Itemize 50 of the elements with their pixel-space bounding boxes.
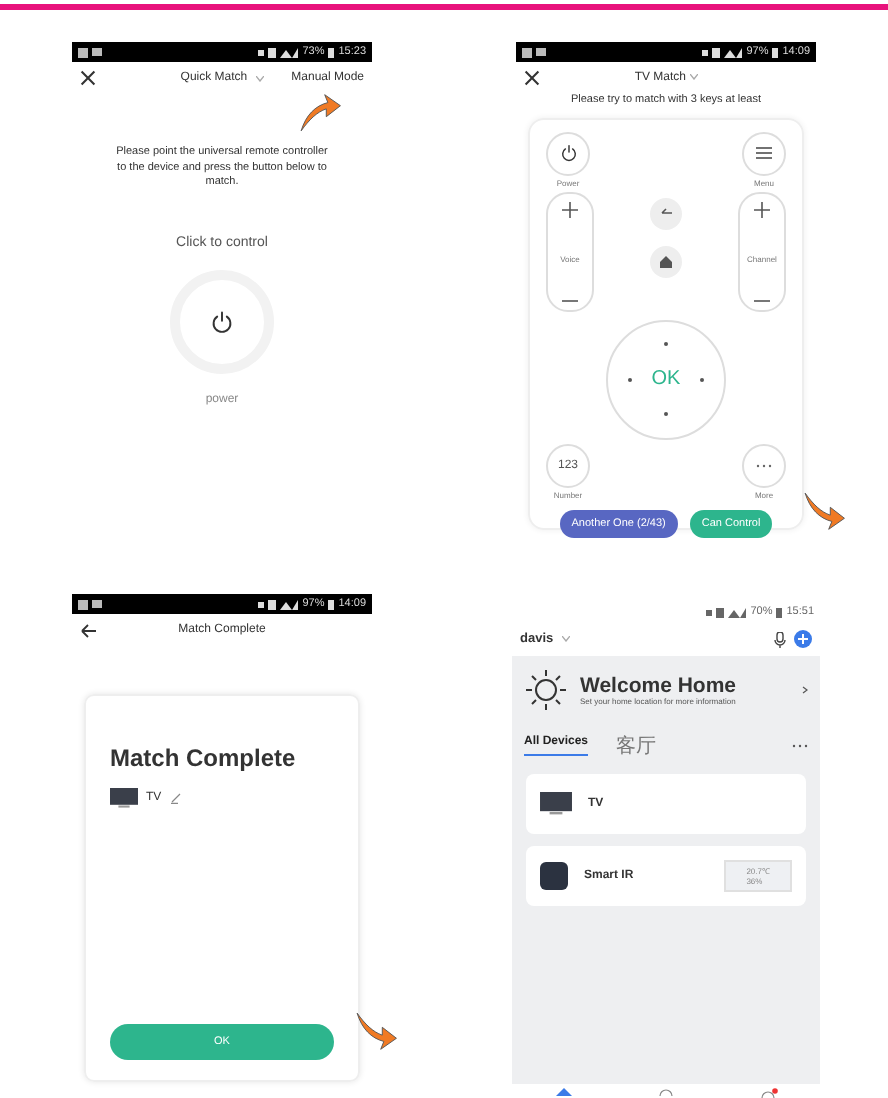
back-icon [659, 208, 673, 219]
direction-dot [663, 411, 668, 416]
welcome-title: Welcome Home [580, 673, 738, 698]
signal-icons [258, 47, 299, 57]
home-icon [660, 255, 672, 268]
battery-icon [328, 599, 335, 609]
plus-icon [562, 201, 578, 218]
chevron-icon[interactable] [802, 686, 808, 694]
profile-icon[interactable] [759, 1088, 777, 1098]
close-icon[interactable] [524, 70, 540, 86]
edit-icon[interactable] [169, 791, 182, 804]
battery-icon [328, 47, 335, 57]
caret-icon [689, 74, 698, 80]
power-icon [210, 310, 234, 335]
more-icon [756, 463, 772, 468]
caret-icon [255, 75, 264, 81]
plus-icon [754, 201, 770, 218]
tv-icon [540, 792, 572, 816]
menu-icon [756, 146, 772, 161]
caret-icon [561, 636, 570, 642]
home-icon[interactable] [555, 1088, 571, 1096]
pointer-arrow [296, 90, 344, 134]
result-heading: Match Complete [110, 744, 298, 772]
menu-key[interactable] [742, 131, 786, 176]
minus-icon [562, 299, 578, 302]
close-icon[interactable] [80, 70, 96, 86]
home-key[interactable] [650, 245, 682, 278]
minus-icon [754, 299, 770, 302]
direction-dot [663, 342, 668, 347]
pointer-arrow [800, 490, 848, 534]
add-icon[interactable] [794, 630, 812, 648]
signal-icons [258, 599, 299, 609]
direction-dot [700, 377, 705, 382]
back-key[interactable] [650, 197, 682, 230]
power-icon [559, 144, 577, 163]
battery-icon [776, 607, 783, 617]
signal-icons [706, 607, 747, 617]
pointer-arrow [352, 1010, 400, 1054]
power-key[interactable] [546, 131, 590, 176]
back-arrow-icon[interactable] [80, 623, 96, 637]
battery-icon [772, 47, 779, 57]
ir-hub-icon [540, 862, 568, 890]
notification-icons [78, 599, 102, 609]
room-tab[interactable]: 客厅 [616, 732, 657, 760]
signal-icons [702, 47, 743, 57]
direction-dot [627, 377, 632, 382]
microphone-icon[interactable] [774, 631, 786, 647]
notification-icons [522, 47, 546, 57]
notification-icons [78, 47, 102, 57]
tv-icon [110, 788, 138, 808]
